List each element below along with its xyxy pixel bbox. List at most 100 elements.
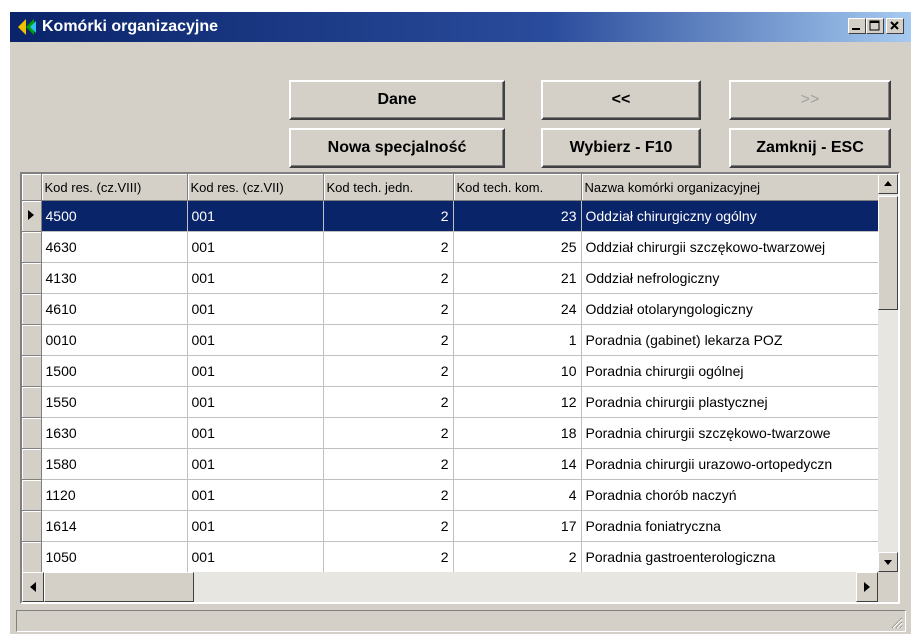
maximize-button[interactable] — [866, 18, 884, 34]
column-header[interactable]: Kod tech. jedn. — [323, 174, 454, 201]
cell-nazwa[interactable]: Poradnia chirurgii ogólnej — [581, 355, 878, 387]
scroll-down-button[interactable] — [878, 552, 898, 572]
cell-kod-res-vii[interactable]: 001 — [187, 448, 324, 480]
close-button[interactable] — [886, 18, 904, 34]
cell-kod-tech-jedn[interactable]: 2 — [323, 231, 454, 263]
table-row[interactable]: 1550 001 2 12 Poradnia chirurgii plastyc… — [22, 386, 878, 418]
cell-kod-res-viii[interactable]: 1550 — [41, 386, 188, 418]
column-header[interactable]: Kod tech. kom. — [453, 174, 582, 201]
column-header[interactable]: Nazwa komórki organizacyjnej — [581, 174, 878, 201]
table-row[interactable]: 1120 001 2 4 Poradnia chorób naczyń — [22, 479, 878, 511]
cell-kod-res-viii[interactable]: 1580 — [41, 448, 188, 480]
title-bar[interactable]: Komórki organizacyjne — [10, 12, 911, 42]
cell-kod-tech-kom[interactable]: 4 — [453, 479, 582, 511]
cell-kod-tech-kom[interactable]: 17 — [453, 510, 582, 542]
row-indicator[interactable] — [22, 324, 42, 356]
scroll-up-button[interactable] — [878, 174, 898, 194]
column-header[interactable]: Kod res. (cz.VII) — [187, 174, 324, 201]
cell-kod-res-vii[interactable]: 001 — [187, 355, 324, 387]
horizontal-scroll-thumb[interactable] — [44, 572, 194, 602]
cell-kod-res-vii[interactable]: 001 — [187, 262, 324, 294]
cell-kod-tech-kom[interactable]: 2 — [453, 541, 582, 572]
table-row[interactable]: 1614 001 2 17 Poradnia foniatryczna — [22, 510, 878, 542]
row-indicator[interactable] — [22, 262, 42, 294]
close-dialog-button[interactable]: Zamknij - ESC — [729, 128, 891, 168]
cell-kod-tech-jedn[interactable]: 2 — [323, 355, 454, 387]
cell-kod-tech-kom[interactable]: 24 — [453, 293, 582, 325]
scroll-left-button[interactable] — [22, 572, 44, 602]
cell-kod-res-viii[interactable]: 4500 — [41, 200, 188, 232]
vertical-scroll-thumb[interactable] — [878, 196, 898, 310]
table-row[interactable]: 4610 001 2 24 Oddział otolaryngologiczny — [22, 293, 878, 325]
row-indicator[interactable] — [22, 355, 42, 387]
cell-kod-tech-jedn[interactable]: 2 — [323, 417, 454, 449]
table-row[interactable]: 1630 001 2 18 Poradnia chirurgii szczęko… — [22, 417, 878, 449]
row-indicator[interactable] — [22, 293, 42, 325]
cell-kod-tech-kom[interactable]: 1 — [453, 324, 582, 356]
table-row[interactable]: 4500 001 2 23 Oddział chirurgiczny ogóln… — [22, 200, 878, 232]
table-row[interactable]: 0010 001 2 1 Poradnia (gabinet) lekarza … — [22, 324, 878, 356]
cell-nazwa[interactable]: Poradnia chirurgii szczękowo-twarzowe — [581, 417, 878, 449]
cell-kod-tech-kom[interactable]: 10 — [453, 355, 582, 387]
table-row[interactable]: 1050 001 2 2 Poradnia gastroenterologicz… — [22, 541, 878, 572]
cell-nazwa[interactable]: Poradnia (gabinet) lekarza POZ — [581, 324, 878, 356]
cell-kod-res-vii[interactable]: 001 — [187, 510, 324, 542]
cell-kod-res-viii[interactable]: 4130 — [41, 262, 188, 294]
cell-kod-tech-kom[interactable]: 14 — [453, 448, 582, 480]
cell-nazwa[interactable]: Poradnia chirurgii urazowo-ortopedyczn — [581, 448, 878, 480]
cell-kod-tech-kom[interactable]: 25 — [453, 231, 582, 263]
cell-nazwa[interactable]: Poradnia gastroenterologiczna — [581, 541, 878, 572]
select-button[interactable]: Wybierz - F10 — [541, 128, 701, 168]
new-specialty-button[interactable]: Nowa specjalność — [289, 128, 505, 168]
cell-kod-res-viii[interactable]: 4630 — [41, 231, 188, 263]
cell-kod-res-vii[interactable]: 001 — [187, 324, 324, 356]
cell-kod-res-viii[interactable]: 1614 — [41, 510, 188, 542]
cell-kod-res-viii[interactable]: 1120 — [41, 479, 188, 511]
row-indicator[interactable] — [22, 417, 42, 449]
row-indicator[interactable] — [22, 448, 42, 480]
minimize-button[interactable] — [848, 18, 866, 34]
cell-nazwa[interactable]: Oddział otolaryngologiczny — [581, 293, 878, 325]
row-indicator[interactable] — [22, 541, 42, 572]
cell-kod-res-viii[interactable]: 1050 — [41, 541, 188, 572]
cell-kod-tech-jedn[interactable]: 2 — [323, 479, 454, 511]
cell-nazwa[interactable]: Oddział chirurgii szczękowo-twarzowej — [581, 231, 878, 263]
cell-kod-res-vii[interactable]: 001 — [187, 541, 324, 572]
cell-kod-res-viii[interactable]: 1500 — [41, 355, 188, 387]
cell-kod-res-vii[interactable]: 001 — [187, 293, 324, 325]
dane-button[interactable]: Dane — [289, 80, 505, 120]
cell-kod-res-vii[interactable]: 001 — [187, 479, 324, 511]
cell-kod-tech-kom[interactable]: 21 — [453, 262, 582, 294]
cell-kod-tech-jedn[interactable]: 2 — [323, 448, 454, 480]
row-indicator[interactable] — [22, 386, 42, 418]
table-row[interactable]: 1500 001 2 10 Poradnia chirurgii ogólnej — [22, 355, 878, 387]
cell-kod-tech-kom[interactable]: 12 — [453, 386, 582, 418]
cell-kod-tech-jedn[interactable]: 2 — [323, 293, 454, 325]
cell-nazwa[interactable]: Poradnia foniatryczna — [581, 510, 878, 542]
cell-kod-tech-kom[interactable]: 23 — [453, 200, 582, 232]
cell-kod-tech-jedn[interactable]: 2 — [323, 200, 454, 232]
scroll-right-button[interactable] — [856, 572, 878, 602]
cell-kod-tech-jedn[interactable]: 2 — [323, 324, 454, 356]
horizontal-scrollbar[interactable] — [22, 572, 878, 602]
row-indicator[interactable] — [22, 231, 42, 263]
cell-kod-res-viii[interactable]: 0010 — [41, 324, 188, 356]
cell-kod-tech-jedn[interactable]: 2 — [323, 262, 454, 294]
cell-kod-res-vii[interactable]: 001 — [187, 231, 324, 263]
cell-nazwa[interactable]: Oddział chirurgiczny ogólny — [581, 200, 878, 232]
cell-kod-tech-jedn[interactable]: 2 — [323, 386, 454, 418]
cell-nazwa[interactable]: Poradnia chorób naczyń — [581, 479, 878, 511]
cell-kod-res-vii[interactable]: 001 — [187, 417, 324, 449]
cell-kod-res-viii[interactable]: 4610 — [41, 293, 188, 325]
row-indicator[interactable] — [22, 200, 42, 232]
cell-kod-tech-jedn[interactable]: 2 — [323, 541, 454, 572]
cell-kod-res-vii[interactable]: 001 — [187, 386, 324, 418]
next-button[interactable]: >> — [729, 80, 891, 120]
cell-kod-res-viii[interactable]: 1630 — [41, 417, 188, 449]
row-indicator[interactable] — [22, 510, 42, 542]
cell-kod-res-vii[interactable]: 001 — [187, 200, 324, 232]
row-indicator[interactable] — [22, 479, 42, 511]
cell-kod-tech-kom[interactable]: 18 — [453, 417, 582, 449]
cell-kod-tech-jedn[interactable]: 2 — [323, 510, 454, 542]
prev-button[interactable]: << — [541, 80, 701, 120]
